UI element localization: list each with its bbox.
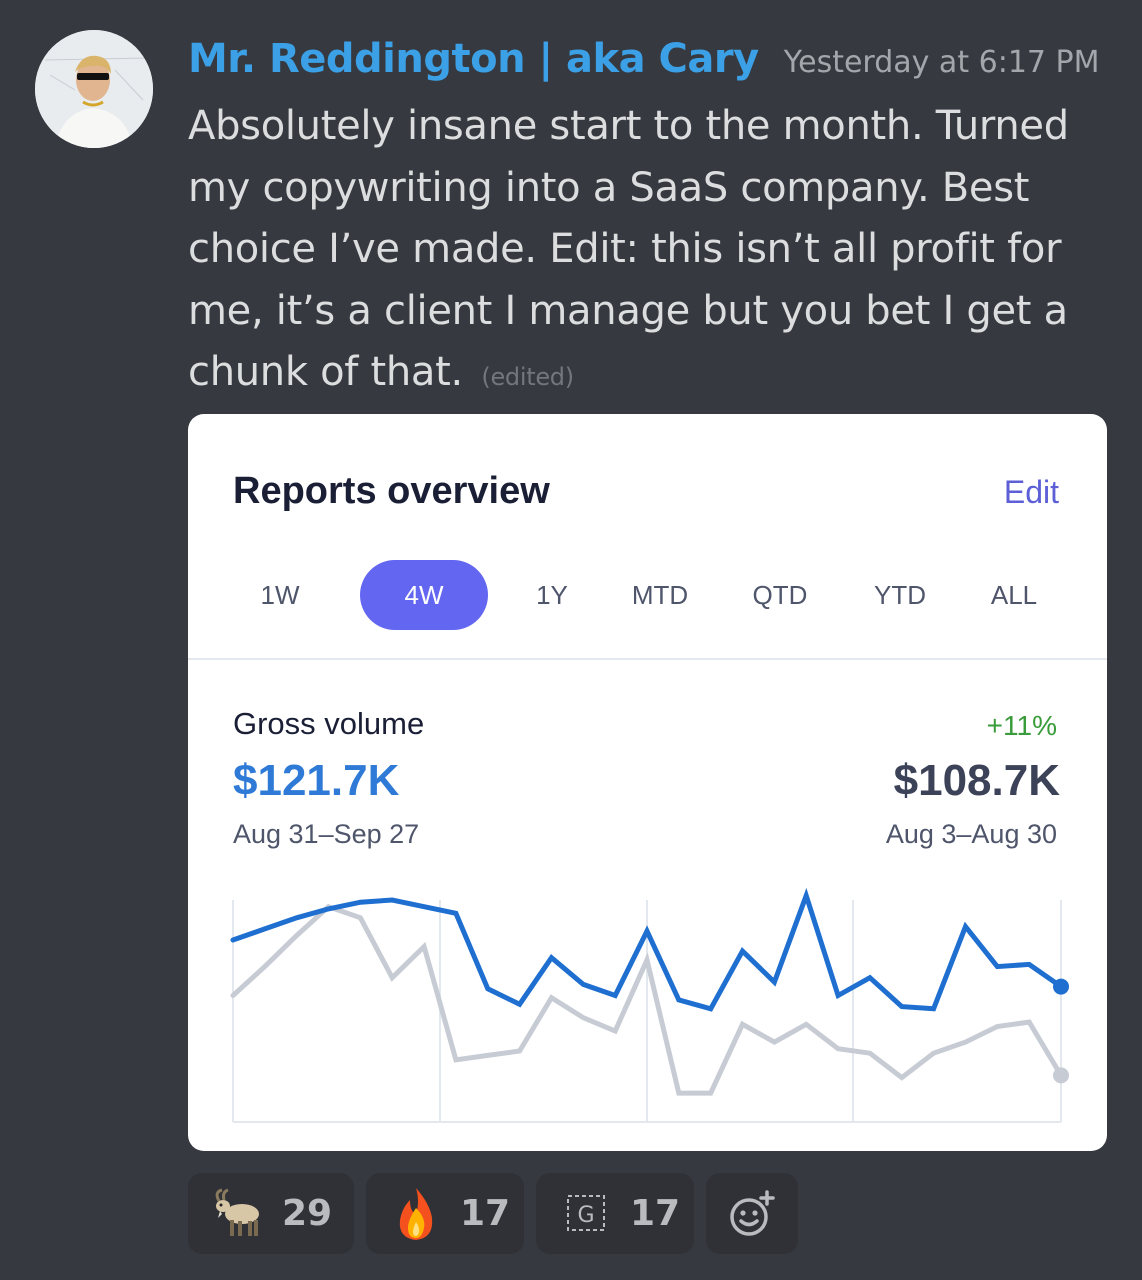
message-timestamp: Yesterday at 6:17 PM [783, 45, 1100, 80]
author-name[interactable]: Mr. Reddington | aka Cary [188, 36, 759, 82]
add-reaction-button[interactable] [706, 1173, 798, 1254]
reaction-goat[interactable]: 29 [188, 1173, 354, 1254]
reaction-custom-g[interactable]: G 17 [536, 1173, 694, 1254]
message-header: Mr. Reddington | aka Cary Yesterday at 6… [188, 36, 1100, 82]
fire-icon [399, 1187, 433, 1240]
avatar[interactable] [35, 30, 153, 148]
reaction-count: 29 [282, 1193, 333, 1234]
g-emote-icon: G [567, 1194, 605, 1231]
gross-volume-chart [230, 887, 1069, 1123]
goat-icon [215, 1188, 259, 1236]
reaction-count: 17 [630, 1193, 681, 1234]
previous-series-endpoint [1053, 1067, 1069, 1084]
edited-label: (edited) [481, 363, 574, 391]
report-card-image[interactable]: Reports overview Edit 1W 4W 1Y MTD QTD Y… [188, 414, 1107, 1151]
reaction-fire[interactable]: 17 [366, 1173, 524, 1254]
add-reaction-icon [730, 1189, 775, 1236]
message-text: Absolutely insane start to the month. Tu… [188, 103, 1069, 395]
reaction-count: 17 [460, 1193, 511, 1234]
current-series-endpoint [1053, 978, 1069, 995]
avatar-image [35, 30, 153, 148]
svg-text:G: G [577, 1203, 594, 1228]
message-content: Absolutely insane start to the month. Tu… [188, 96, 1088, 409]
